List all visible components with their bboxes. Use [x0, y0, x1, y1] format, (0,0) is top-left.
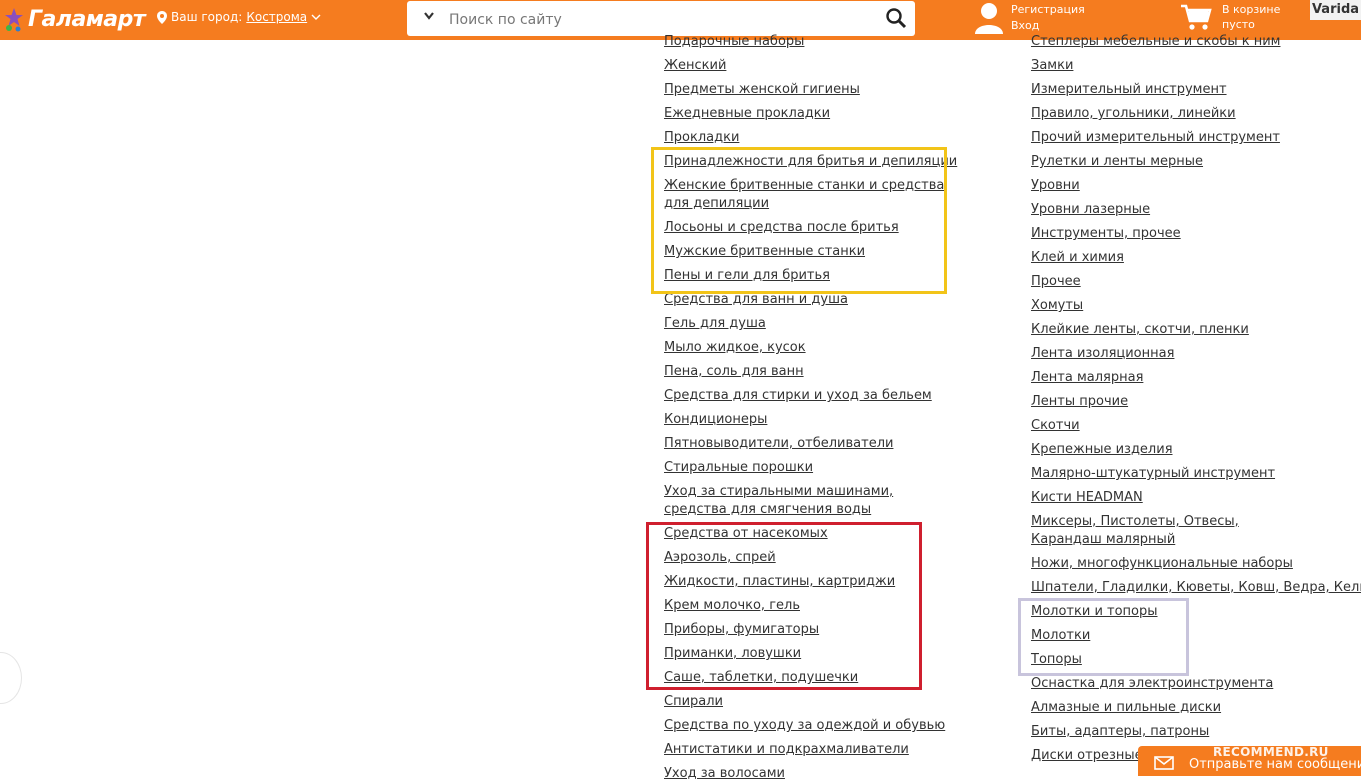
category-link[interactable]: Жидкости, пластины, картриджи: [664, 573, 895, 591]
category-link[interactable]: Рулетки и ленты мерные: [1031, 153, 1203, 171]
category-link[interactable]: Биты, адаптеры, патроны: [1031, 723, 1209, 741]
username-chip[interactable]: Varida: [1310, 0, 1361, 20]
category-link[interactable]: Пены и гели для бритья: [664, 267, 830, 285]
category-link[interactable]: Гель для душа: [664, 315, 766, 333]
category-link[interactable]: Степлеры мебельные и скобы к ним: [1031, 33, 1280, 51]
category-link[interactable]: Крем молочко, гель: [664, 597, 800, 615]
category-link[interactable]: Женские бритвенные станки и средства для…: [664, 177, 954, 213]
category-link[interactable]: Ленты прочие: [1031, 393, 1128, 411]
city-label: Ваш город:: [171, 10, 243, 24]
account-block: Регистрация Вход: [975, 2, 1085, 34]
cart-block[interactable]: В корзине пусто: [1180, 2, 1280, 32]
category-link[interactable]: Пена, соль для ванн: [664, 363, 804, 381]
register-link[interactable]: Регистрация: [1011, 2, 1085, 18]
category-link[interactable]: Алмазные и пильные диски: [1031, 699, 1221, 717]
category-link[interactable]: Шпатели, Гладилки, Кюветы, Ковш, Ведра, …: [1031, 579, 1361, 597]
category-link[interactable]: Кондиционеры: [664, 411, 767, 429]
category-link[interactable]: Топоры: [1031, 651, 1082, 669]
category-link[interactable]: Антистатики и подкрахмаливатели: [664, 741, 909, 759]
category-link[interactable]: Хомуты: [1031, 297, 1083, 315]
location-pin-icon: [157, 10, 167, 24]
category-link[interactable]: Оснастка для электроинструмента: [1031, 675, 1273, 693]
category-link[interactable]: Стиральные порошки: [664, 459, 813, 477]
category-link[interactable]: Уход за волосами: [664, 765, 785, 783]
category-link[interactable]: Мужские бритвенные станки: [664, 243, 865, 261]
category-link[interactable]: Лента малярная: [1031, 369, 1143, 387]
category-link[interactable]: Лента изоляционная: [1031, 345, 1174, 363]
login-link[interactable]: Вход: [1011, 18, 1085, 34]
logo-text: Галамарт: [28, 6, 146, 32]
category-link[interactable]: Прокладки: [664, 129, 739, 147]
category-link[interactable]: Уровни лазерные: [1031, 201, 1150, 219]
category-link[interactable]: Молотки: [1031, 627, 1090, 645]
cart-icon[interactable]: [1180, 3, 1212, 31]
category-link[interactable]: Женский: [664, 57, 726, 75]
category-link[interactable]: Замки: [1031, 57, 1073, 75]
category-link[interactable]: Правило, угольники, линейки: [1031, 105, 1236, 123]
category-link[interactable]: Саше, таблетки, подушечки: [664, 669, 858, 687]
search-category-chevron-icon[interactable]: [423, 11, 435, 21]
category-link[interactable]: Молотки и топоры: [1031, 603, 1158, 621]
category-link[interactable]: Пятновыводители, отбеливатели: [664, 435, 893, 453]
category-link[interactable]: Мыло жидкое, кусок: [664, 339, 806, 357]
category-link[interactable]: Прочий измерительный инструмент: [1031, 129, 1280, 147]
category-link[interactable]: Средства для стирки и уход за бельем: [664, 387, 932, 405]
side-scroll-button[interactable]: [0, 652, 22, 704]
category-link[interactable]: Аэрозоль, спрей: [664, 549, 776, 567]
category-link[interactable]: Спирали: [664, 693, 723, 711]
site-logo[interactable]: Галамарт: [4, 4, 146, 34]
envelope-icon: [1154, 756, 1174, 770]
category-link[interactable]: Уход за стиральными машинами, средства д…: [664, 483, 954, 519]
category-link[interactable]: Клей и химия: [1031, 249, 1124, 267]
search-bar: [407, 1, 915, 36]
category-link[interactable]: Прочее: [1031, 273, 1081, 291]
star-logo-icon: [5, 8, 23, 32]
recommend-watermark: RECOMMEND.RU: [1213, 745, 1329, 759]
category-link[interactable]: Крепежные изделия: [1031, 441, 1173, 459]
search-icon[interactable]: [885, 7, 907, 29]
user-icon[interactable]: [975, 2, 1003, 34]
category-link[interactable]: Лосьоны и средства после бритья: [664, 219, 899, 237]
cart-status-line1: В корзине: [1222, 3, 1281, 16]
category-link[interactable]: Средства от насекомых: [664, 525, 828, 543]
category-link[interactable]: Кисти HEADMAN: [1031, 489, 1143, 507]
category-link[interactable]: Миксеры, Пистолеты, Отвесы, Карандаш мал…: [1031, 513, 1291, 549]
category-link[interactable]: Принадлежности для бритья и депиляции: [664, 153, 957, 171]
category-link[interactable]: Средства по уходу за одеждой и обувью: [664, 717, 945, 735]
category-link[interactable]: Средства для ванн и душа: [664, 291, 848, 309]
category-link[interactable]: Скотчи: [1031, 417, 1080, 435]
category-link[interactable]: Малярно-штукатурный инструмент: [1031, 465, 1275, 483]
cart-status-line2: пусто: [1222, 18, 1255, 31]
category-link[interactable]: Предметы женской гигиены: [664, 81, 860, 99]
category-link[interactable]: Ножи, многофункциональные наборы: [1031, 555, 1293, 573]
search-input[interactable]: [447, 6, 871, 33]
feedback-label: Отправьте нам сообщение: [1189, 757, 1361, 772]
city-name[interactable]: Кострома: [246, 10, 307, 24]
category-link[interactable]: Уровни: [1031, 177, 1080, 195]
category-link[interactable]: Подарочные наборы: [664, 33, 804, 51]
category-link[interactable]: Приборы, фумигаторы: [664, 621, 819, 639]
city-selector[interactable]: Ваш город: Кострома: [157, 10, 321, 24]
category-link[interactable]: Приманки, ловушки: [664, 645, 801, 663]
category-link[interactable]: Инструменты, прочее: [1031, 225, 1181, 243]
category-link[interactable]: Измерительный инструмент: [1031, 81, 1227, 99]
category-link[interactable]: Клейкие ленты, скотчи, пленки: [1031, 321, 1249, 339]
category-link[interactable]: Ежедневные прокладки: [664, 105, 830, 123]
category-link[interactable]: Диски отрезные: [1031, 747, 1143, 765]
chevron-down-icon: [311, 14, 321, 20]
